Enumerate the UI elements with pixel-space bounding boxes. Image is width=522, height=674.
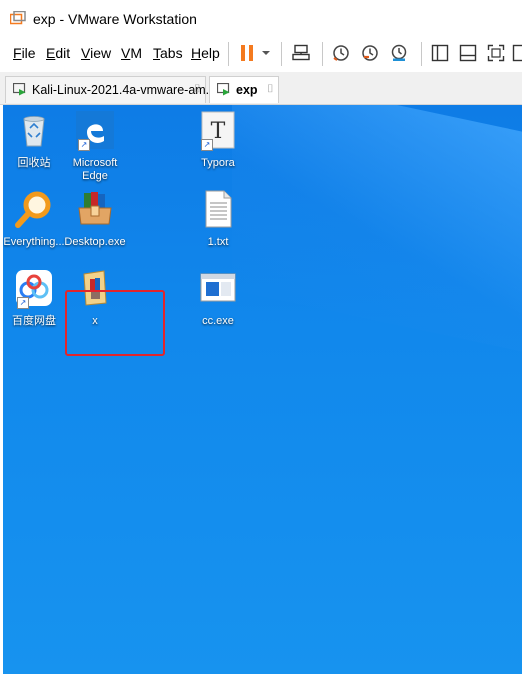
menu-edit[interactable]: Edit [46,45,70,61]
revert-snapshot-icon[interactable] [361,44,379,62]
window-title: exp - VMware Workstation [33,11,197,27]
icon-label: 百度网盘 [12,315,56,327]
vm-running-icon [13,83,26,96]
tab-label: Kali-Linux-2021.4a-vmware-am... [32,83,217,97]
snapshot-icon[interactable] [332,44,350,62]
icon-label: Desktop.exe [64,236,126,248]
desktop-icon-typora[interactable]: T ↗ Typora [186,111,250,170]
menu-help[interactable]: Help [191,45,220,61]
tab-exp[interactable]: exp ⌷ [209,76,279,103]
tab-label: exp [236,83,258,97]
snapshot-manager-icon[interactable] [390,44,408,62]
vm-desktop[interactable]: 回收站 ↗ Microsoft Edge T ↗ Typora Everythi… [3,105,522,674]
full-screen-icon[interactable] [487,44,505,62]
icon-label: Typora [201,157,235,169]
shortcut-arrow-icon: ↗ [78,139,90,151]
icon-label: 1.txt [207,236,229,248]
tab-kali-linux[interactable]: Kali-Linux-2021.4a-vmware-am... ⌷ [5,76,216,103]
desktop-icon-1-txt[interactable]: 1.txt [186,190,250,249]
toolbar-separator [281,42,282,66]
menu-vm[interactable]: VM [121,45,142,61]
icon-label: Microsoft Edge [72,157,118,182]
toolbar-separator [322,42,323,66]
shortcut-arrow-icon: ↗ [201,139,213,151]
desktop-icon-baidu-netdisk[interactable]: ↗ 百度网盘 [3,269,66,328]
desktop-icon-microsoft-edge[interactable]: ↗ Microsoft Edge [63,111,127,183]
toolbar-separator [228,42,229,66]
thumbnail-bar-icon[interactable] [459,44,477,62]
menubar: File Edit View VM Tabs Help [0,36,522,72]
wallpaper-light-beam [232,105,522,361]
desktop-icon-everything[interactable]: Everything... [3,190,66,249]
recycle-bin-icon [23,116,45,147]
send-ctrl-alt-del-icon[interactable] [292,44,310,62]
tab-bar: Kali-Linux-2021.4a-vmware-am... ⌷ exp ⌷ [0,72,522,105]
menu-file[interactable]: File [13,45,36,61]
red-highlight-box [65,290,165,356]
text-file-icon [205,190,232,228]
icon-label: Everything... [3,236,65,248]
icon-label: 回收站 [17,157,51,169]
shortcut-arrow-icon: ↗ [17,297,29,309]
vm-running-icon [217,83,230,96]
menu-tabs[interactable]: Tabs [153,45,183,61]
chevron-down-icon[interactable] [260,44,272,62]
winrar-archive-icon [78,192,112,225]
desktop-icon-desktop-exe[interactable]: Desktop.exe [63,190,127,249]
application-window-icon [200,273,236,302]
tab-close-icon[interactable]: ⌷ [194,83,201,96]
icon-label: cc.exe [202,315,234,327]
desktop-icon-cc-exe[interactable]: cc.exe [186,269,250,328]
desktop-icon-recycle-bin[interactable]: 回收站 [3,111,66,170]
toolbar-separator [421,42,422,66]
tab-close-icon[interactable]: ⌷ [267,83,274,96]
pause-icon[interactable] [238,44,258,62]
title-bar: exp - VMware Workstation [0,0,522,36]
vmware-logo-icon [10,11,26,25]
unity-icon[interactable] [512,44,522,62]
everything-search-icon [15,191,51,228]
show-library-icon[interactable] [431,44,449,62]
menu-view[interactable]: View [81,45,111,61]
